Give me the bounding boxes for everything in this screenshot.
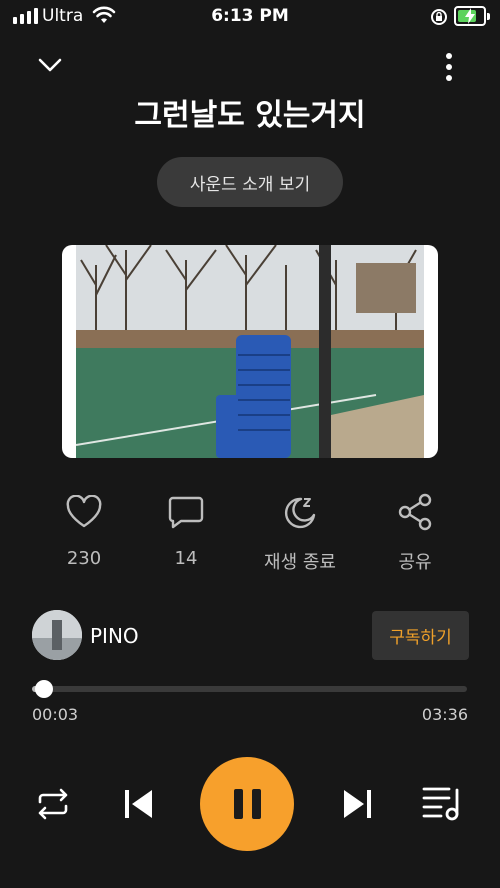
orientation-lock-icon — [430, 8, 448, 30]
sleep-timer-label: 재생 종료 — [264, 552, 336, 573]
more-vertical-icon[interactable] — [446, 53, 452, 81]
subscribe-button[interactable]: 구독하기 — [372, 611, 469, 660]
sleep-timer-icon — [245, 490, 355, 534]
sound-intro-button[interactable]: 사운드 소개 보기 — [157, 157, 343, 207]
avatar[interactable] — [32, 610, 82, 660]
share-icon — [360, 490, 470, 534]
pause-bar-right — [251, 789, 261, 819]
like-action[interactable]: 230 — [29, 490, 139, 569]
comment-icon — [131, 490, 241, 534]
share-label: 공유 — [398, 552, 432, 573]
battery-charging-icon — [454, 6, 490, 26]
pause-button[interactable] — [200, 757, 294, 851]
playlist-icon[interactable] — [420, 783, 466, 823]
share-action[interactable]: 공유 — [360, 490, 470, 574]
status-bar: Ultra 6:13 PM — [0, 0, 500, 34]
current-time: 00:03 — [32, 705, 79, 724]
repeat-icon[interactable] — [33, 786, 73, 822]
total-time: 03:36 — [421, 705, 468, 724]
chevron-down-icon[interactable] — [37, 56, 63, 78]
comment-count: 14 — [174, 548, 198, 569]
track-title: 그런날도 있는거지 — [134, 98, 366, 133]
comment-action[interactable]: 14 — [131, 490, 241, 569]
status-time: 6:13 PM — [211, 6, 289, 26]
heart-icon — [29, 490, 139, 534]
pause-bar-left — [233, 789, 243, 819]
like-count: 230 — [66, 548, 102, 569]
sleep-timer-action[interactable]: 재생 종료 — [245, 490, 355, 574]
creator-name[interactable]: PINO — [90, 624, 139, 648]
previous-icon[interactable] — [118, 786, 158, 822]
progress-track[interactable] — [32, 686, 467, 692]
album-artwork — [62, 245, 438, 458]
progress-knob[interactable] — [35, 680, 54, 698]
next-icon[interactable] — [338, 786, 378, 822]
